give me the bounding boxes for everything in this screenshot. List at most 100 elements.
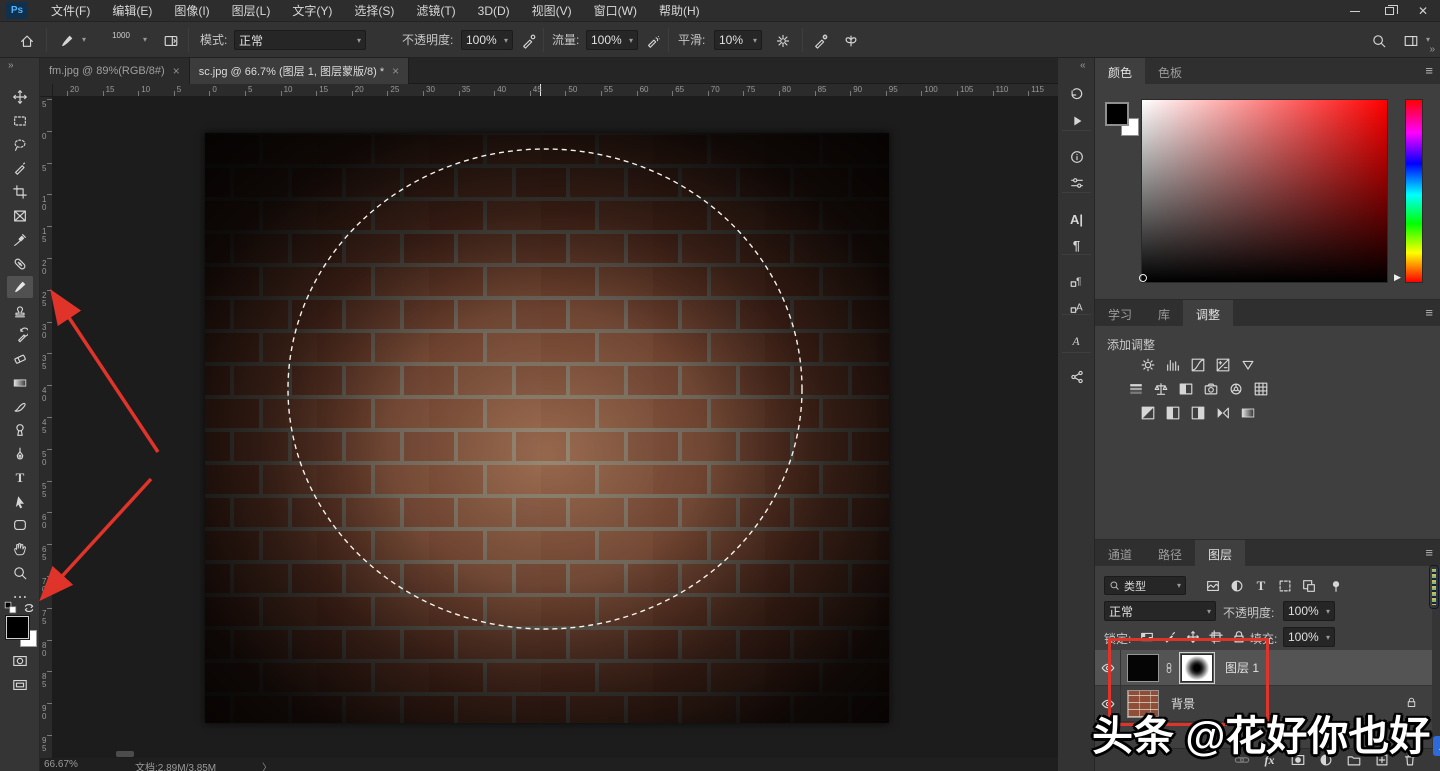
search-button[interactable] <box>1368 31 1390 50</box>
move-tool[interactable] <box>7 86 33 108</box>
tab-close-icon[interactable]: × <box>173 64 180 78</box>
swap-colors-button[interactable] <box>21 600 36 615</box>
pressure-size-button[interactable] <box>810 31 832 50</box>
layer-filter-toggle[interactable] <box>1328 577 1344 594</box>
toggle-brush-settings-button[interactable] <box>160 31 182 50</box>
history-brush-tool[interactable] <box>7 324 33 346</box>
menu-item-8[interactable]: 3D(D) <box>467 0 521 22</box>
brightness-contrast-button[interactable] <box>1139 356 1156 374</box>
toolbar-expand-icon[interactable]: » <box>8 60 13 71</box>
menu-item-5[interactable]: 文字(Y) <box>281 0 343 22</box>
airbrush-button[interactable] <box>642 31 664 50</box>
panel-menu-icon[interactable]: ≡ <box>1425 63 1433 78</box>
smoothing-select[interactable]: 10% ▾ <box>714 30 762 50</box>
exposure-button[interactable] <box>1214 356 1231 374</box>
hue-slider-pointer[interactable]: ▶ <box>1394 272 1401 283</box>
menu-item-6[interactable]: 选择(S) <box>343 0 405 22</box>
gradient-map-button[interactable] <box>1239 404 1256 422</box>
chevron-down-icon[interactable]: ▾ <box>143 22 147 58</box>
filter-pixel-button[interactable] <box>1205 577 1221 594</box>
zoom-level-field[interactable]: 66.67% <box>44 759 78 770</box>
layer-blend-mode-select[interactable]: 正常 ▾ <box>1104 601 1216 621</box>
smoothing-options-gear-button[interactable] <box>772 31 794 50</box>
eyedropper-tool[interactable] <box>7 229 33 251</box>
workspace-switcher-button[interactable] <box>1400 31 1422 50</box>
adjustments-panel-tab-3[interactable]: 调整 <box>1183 300 1233 326</box>
shape-tool[interactable] <box>7 514 33 536</box>
type-tool[interactable]: T <box>7 467 33 489</box>
history-panel-button[interactable] <box>1064 84 1089 106</box>
color-lookup-button[interactable] <box>1252 380 1269 398</box>
opacity-select[interactable]: 100% ▾ <box>461 30 513 50</box>
adjustments-panel-tab-1[interactable]: 学习 <box>1095 300 1145 326</box>
layers-panel-tab-1[interactable]: 通道 <box>1095 540 1145 566</box>
photo-filter-button[interactable] <box>1202 380 1219 398</box>
layers-panel-tab-3[interactable]: 图层 <box>1195 540 1245 566</box>
foreground-color-swatch[interactable] <box>6 616 29 639</box>
blend-mode-select[interactable]: 正常 ▾ <box>234 30 366 50</box>
saturation-brightness-field[interactable] <box>1141 99 1388 283</box>
panel-menu-icon[interactable]: ≡ <box>1425 305 1433 320</box>
layers-panel-tab-2[interactable]: 路径 <box>1145 540 1195 566</box>
menu-item-11[interactable]: 帮助(H) <box>648 0 711 22</box>
menu-item-4[interactable]: 图层(L) <box>221 0 282 22</box>
dock-collapse-icon[interactable]: « <box>1080 60 1085 71</box>
document-tab[interactable]: fm.jpg @ 89%(RGB/8#)× <box>40 58 190 84</box>
smudge-tool[interactable] <box>7 395 33 417</box>
document-tab[interactable]: sc.jpg @ 66.7% (图层 1, 图层蒙版/8) *× <box>190 58 409 84</box>
canvas-pasteboard[interactable] <box>53 97 1058 758</box>
black-white-button[interactable] <box>1177 380 1194 398</box>
zoom-tool[interactable] <box>7 562 33 584</box>
filter-type-button[interactable]: T <box>1253 577 1269 594</box>
paragraph-styles-panel-button[interactable]: ¶ <box>1064 270 1089 292</box>
levels-button[interactable] <box>1164 356 1181 374</box>
document-canvas[interactable] <box>205 133 889 723</box>
horizontal-scrollbar-thumb[interactable] <box>116 751 134 757</box>
eraser-tool[interactable] <box>7 348 33 370</box>
quick-mask-button[interactable] <box>9 652 31 670</box>
hue-slider[interactable] <box>1405 99 1423 283</box>
minimize-button[interactable] <box>1338 0 1372 22</box>
invert-button[interactable] <box>1139 404 1156 422</box>
flow-select[interactable]: 100% ▾ <box>586 30 638 50</box>
brush-tool[interactable] <box>7 276 33 298</box>
status-expand-icon[interactable]: 〉 <box>262 759 272 771</box>
floating-scroll-widget[interactable] <box>1429 565 1439 609</box>
selective-color-button[interactable] <box>1214 404 1231 422</box>
chevron-down-icon[interactable]: ▾ <box>82 22 86 58</box>
actions-panel-button[interactable] <box>1064 110 1089 132</box>
rectangular-marquee-tool[interactable] <box>7 110 33 132</box>
brush-preset-picker[interactable]: 1000 <box>106 25 136 56</box>
libraries-panel-button[interactable] <box>1064 366 1089 388</box>
path-selection-tool[interactable] <box>7 491 33 513</box>
default-colors-button[interactable] <box>3 600 18 615</box>
filter-adjustment-button[interactable] <box>1229 577 1245 594</box>
adjustments-panel-tab-2[interactable]: 库 <box>1145 300 1183 326</box>
vertical-ruler[interactable]: 5051 01 52 02 53 03 54 04 55 05 56 06 57… <box>40 97 53 758</box>
vibrance-button[interactable] <box>1239 356 1256 374</box>
menu-item-9[interactable]: 视图(V) <box>521 0 583 22</box>
panel-menu-icon[interactable]: ≡ <box>1425 545 1433 560</box>
channel-mixer-button[interactable] <box>1227 380 1244 398</box>
pen-tool[interactable] <box>7 443 33 465</box>
threshold-button[interactable] <box>1189 404 1206 422</box>
tab-close-icon[interactable]: × <box>392 64 399 78</box>
layer-fill-select[interactable]: 100% ▾ <box>1283 627 1335 647</box>
layer-opacity-select[interactable]: 100% ▾ <box>1283 601 1335 621</box>
dodge-tool[interactable] <box>7 419 33 441</box>
color-balance-button[interactable] <box>1152 380 1169 398</box>
spot-healing-brush-tool[interactable] <box>7 253 33 275</box>
properties-panel-button[interactable] <box>1064 172 1089 194</box>
color-panel-tab-2[interactable]: 色板 <box>1145 58 1195 84</box>
menu-item-1[interactable]: 文件(F) <box>40 0 101 22</box>
filter-shape-button[interactable] <box>1277 577 1293 594</box>
frame-tool[interactable] <box>7 205 33 227</box>
horizontal-ruler[interactable]: 2015105051015202530354045505560657075808… <box>53 84 1058 97</box>
selection-brush-tool[interactable] <box>7 157 33 179</box>
lasso-tool[interactable] <box>7 134 33 156</box>
color-panel-tab-1[interactable]: 颜色 <box>1095 58 1145 84</box>
panel-foreground-swatch[interactable] <box>1105 102 1129 126</box>
layer-filter-type-select[interactable]: 类型 ▾ <box>1104 576 1186 595</box>
home-button[interactable] <box>16 31 38 50</box>
curves-button[interactable] <box>1189 356 1206 374</box>
